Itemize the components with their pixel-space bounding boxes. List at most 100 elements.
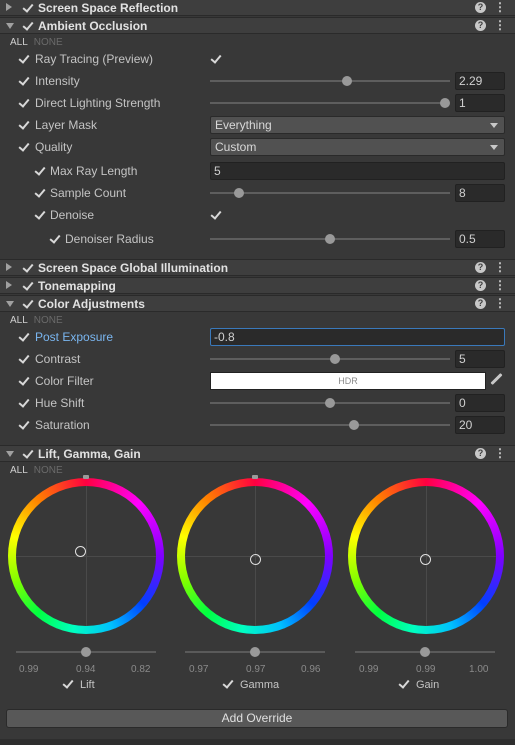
fold-arrow-icon[interactable]: [6, 3, 12, 11]
wheel-handle[interactable]: [420, 554, 431, 565]
override-checkbox[interactable]: [34, 187, 46, 199]
slider-knob[interactable]: [349, 420, 359, 430]
section-header-color-adjustments[interactable]: Color Adjustments ? ⋮: [0, 295, 515, 312]
slider-knob[interactable]: [440, 98, 450, 108]
section-enable-checkbox[interactable]: [22, 2, 34, 14]
hue-shift-field[interactable]: 0: [455, 394, 505, 412]
saturation-field[interactable]: 20: [455, 416, 505, 434]
all-button[interactable]: ALL: [10, 315, 28, 326]
gamma-color-wheel[interactable]: [177, 475, 333, 634]
section-header-lift-gamma-gain[interactable]: Lift, Gamma, Gain ? ⋮: [0, 445, 515, 462]
direct-lighting-field[interactable]: 1: [455, 94, 505, 112]
layer-mask-dropdown[interactable]: Everything: [210, 116, 505, 134]
sample-count-field[interactable]: 8: [455, 184, 505, 202]
slider-knob[interactable]: [325, 398, 335, 408]
all-button[interactable]: ALL: [10, 465, 28, 476]
help-icon[interactable]: ?: [475, 280, 486, 291]
lift-toggle[interactable]: Lift: [62, 678, 95, 691]
contrast-slider[interactable]: [210, 354, 450, 364]
help-icon[interactable]: ?: [475, 298, 486, 309]
intensity-slider[interactable]: [210, 76, 450, 86]
slider-knob[interactable]: [329, 354, 340, 364]
fold-arrow-icon[interactable]: [6, 451, 14, 457]
add-override-button[interactable]: Add Override: [6, 709, 508, 728]
wheel-handle[interactable]: [250, 554, 261, 565]
gain-toggle[interactable]: Gain: [398, 678, 439, 691]
value-r: 0.99: [19, 664, 39, 675]
fold-arrow-icon[interactable]: [6, 23, 14, 29]
hue-shift-slider[interactable]: [210, 398, 450, 408]
section-enable-checkbox[interactable]: [22, 298, 34, 310]
section-header-ambient-occlusion[interactable]: Ambient Occlusion ? ⋮: [0, 17, 515, 34]
override-checkbox[interactable]: [34, 165, 46, 177]
lift-slider[interactable]: [16, 647, 156, 657]
override-checkbox[interactable]: [18, 419, 30, 431]
intensity-field[interactable]: 2.29: [455, 72, 505, 90]
override-checkbox[interactable]: [18, 97, 30, 109]
fold-arrow-icon[interactable]: [6, 263, 12, 271]
slider-knob[interactable]: [233, 188, 244, 198]
override-checkbox[interactable]: [18, 53, 30, 65]
direct-lighting-slider[interactable]: [210, 98, 450, 108]
section-header-ssgi[interactable]: Screen Space Global Illumination ? ⋮: [0, 259, 515, 276]
all-button[interactable]: ALL: [10, 37, 28, 48]
section-enable-checkbox[interactable]: [22, 262, 34, 274]
help-icon[interactable]: ?: [475, 20, 486, 31]
override-checkbox[interactable]: [34, 209, 46, 221]
none-button[interactable]: NONE: [34, 37, 63, 48]
wheel-handle[interactable]: [75, 546, 86, 557]
section-enable-checkbox[interactable]: [22, 280, 34, 292]
gamma-slider[interactable]: [185, 647, 325, 657]
fold-arrow-icon[interactable]: [6, 281, 12, 289]
slider-knob[interactable]: [250, 647, 260, 657]
section-enable-checkbox[interactable]: [22, 448, 34, 460]
help-icon[interactable]: ?: [475, 448, 486, 459]
quality-dropdown[interactable]: Custom: [210, 138, 505, 156]
more-menu-icon[interactable]: ⋮: [494, 1, 506, 13]
more-menu-icon[interactable]: ⋮: [494, 261, 506, 273]
eyedropper-icon[interactable]: [489, 373, 503, 387]
none-button[interactable]: NONE: [34, 315, 63, 326]
more-menu-icon[interactable]: ⋮: [494, 297, 506, 309]
help-icon[interactable]: ?: [475, 262, 486, 273]
sample-count-slider[interactable]: [210, 188, 450, 198]
max-ray-length-field[interactable]: 5: [210, 162, 505, 180]
gain-color-wheel[interactable]: [348, 478, 504, 634]
override-checkbox[interactable]: [18, 141, 30, 153]
slider-knob[interactable]: [420, 647, 430, 657]
denoiser-radius-field[interactable]: 0.5: [455, 230, 505, 248]
override-checkbox[interactable]: [18, 397, 30, 409]
contrast-field[interactable]: 5: [455, 350, 505, 368]
denoiser-radius-slider[interactable]: [210, 234, 450, 244]
slider-knob[interactable]: [325, 234, 335, 244]
section-enable-checkbox[interactable]: [22, 20, 34, 32]
more-menu-icon[interactable]: ⋮: [494, 447, 506, 459]
gamma-toggle[interactable]: Gamma: [222, 678, 279, 691]
gain-slider[interactable]: [355, 647, 495, 657]
slider-knob[interactable]: [81, 647, 91, 657]
saturation-slider[interactable]: [210, 420, 450, 430]
override-checkbox[interactable]: [18, 75, 30, 87]
gamma-checkbox[interactable]: [222, 678, 234, 690]
more-menu-icon[interactable]: ⋮: [494, 19, 506, 31]
lift-checkbox[interactable]: [62, 678, 74, 690]
override-checkbox[interactable]: [49, 233, 61, 245]
fold-arrow-icon[interactable]: [6, 301, 14, 307]
post-exposure-field[interactable]: -0.8: [210, 328, 505, 346]
lift-color-wheel[interactable]: [8, 475, 164, 634]
override-checkbox[interactable]: [18, 375, 30, 387]
property-quality: Quality Custom: [0, 137, 515, 157]
ray-tracing-checkbox[interactable]: [210, 53, 222, 65]
slider-knob[interactable]: [341, 76, 352, 86]
section-header-tonemapping[interactable]: Tonemapping ? ⋮: [0, 277, 515, 294]
section-header-ssr[interactable]: Screen Space Reflection ? ⋮: [0, 0, 515, 16]
override-checkbox[interactable]: [18, 331, 30, 343]
none-button[interactable]: NONE: [34, 465, 63, 476]
more-menu-icon[interactable]: ⋮: [494, 279, 506, 291]
override-checkbox[interactable]: [18, 119, 30, 131]
override-checkbox[interactable]: [18, 353, 30, 365]
color-filter-swatch[interactable]: HDR: [210, 372, 486, 390]
denoise-checkbox[interactable]: [210, 209, 222, 221]
help-icon[interactable]: ?: [475, 2, 486, 13]
gain-checkbox[interactable]: [398, 678, 410, 690]
